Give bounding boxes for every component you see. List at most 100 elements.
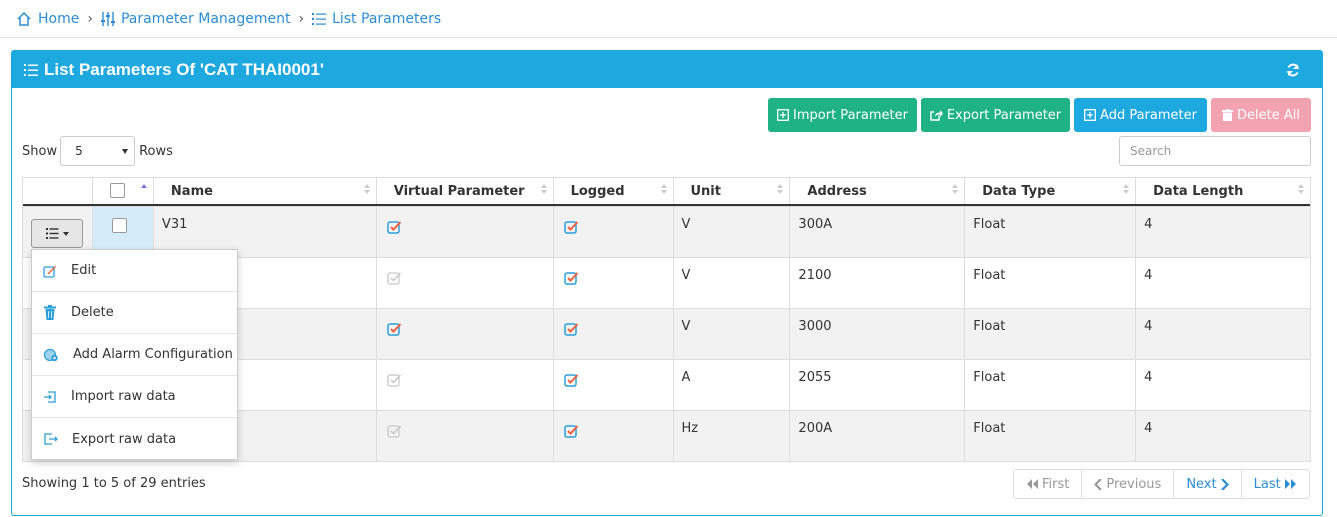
checked-checkbox-icon [563, 272, 578, 285]
header-address[interactable]: Address [789, 178, 964, 204]
row-actions-button[interactable] [31, 219, 83, 248]
unchecked-disabled-icon [387, 425, 401, 438]
address-cell: 2055 [789, 360, 964, 410]
dropdown-delete-label: Delete [71, 305, 114, 320]
sort-icon [777, 184, 784, 194]
double-chevron-right-icon [1284, 479, 1296, 489]
header-name[interactable]: Name [152, 178, 376, 204]
rows-label: Rows [139, 143, 173, 159]
breadcrumb-home[interactable]: Home [16, 11, 79, 27]
dropdown-export-raw-label: Export raw data [72, 431, 177, 447]
search-input[interactable]: Search [1119, 136, 1311, 166]
checked-checkbox-icon [563, 425, 578, 438]
delete-all-label: Delete All [1237, 107, 1300, 123]
row-checkbox[interactable] [111, 218, 127, 233]
dropdown-add-alarm[interactable]: Add Alarm Configuration [32, 334, 237, 376]
table-header-row: Name Virtual Parameter Logged Unit Addre… [23, 178, 1310, 206]
unit-cell: V [672, 309, 790, 359]
breadcrumb: Home › Parameter Management › List Param… [0, 0, 1337, 38]
sort-icon [952, 184, 959, 194]
first-page-button[interactable]: First [1014, 470, 1081, 498]
dropdown-edit[interactable]: Edit [32, 250, 237, 292]
panel-title: List Parameters Of 'CAT THAI0001' [44, 59, 324, 79]
list-icon [45, 228, 58, 239]
panel-header: List Parameters Of 'CAT THAI0001' [12, 51, 1322, 88]
export-icon [44, 433, 58, 445]
export-parameter-label: Export Parameter [946, 107, 1062, 123]
dropdown-delete[interactable]: Delete [32, 292, 237, 334]
next-label: Next [1186, 476, 1217, 492]
breadcrumb-param-label: Parameter Management [120, 10, 291, 27]
last-page-button[interactable]: Last [1240, 470, 1309, 498]
sort-icon [660, 184, 667, 194]
import-icon [44, 390, 56, 403]
delete-all-button[interactable]: Delete All [1211, 98, 1311, 132]
data-length-cell: 4 [1135, 411, 1310, 461]
next-page-button[interactable]: Next [1173, 470, 1240, 498]
breadcrumb-home-label: Home [38, 10, 80, 27]
data-type-cell: Float [964, 258, 1135, 308]
dropdown-import-raw[interactable]: Import raw data [32, 376, 237, 418]
last-label: Last [1253, 476, 1281, 492]
pagination: First Previous Next Last [1013, 469, 1310, 499]
sliders-icon [100, 11, 115, 26]
logged-cell [552, 360, 673, 410]
caret-down-icon [62, 231, 69, 236]
select-all-checkbox[interactable] [109, 183, 125, 198]
share-square-icon [930, 110, 943, 121]
header-logged[interactable]: Logged [552, 178, 673, 204]
alarm-config-icon [43, 348, 58, 361]
breadcrumb-list-parameters: List Parameters [312, 11, 441, 27]
add-parameter-button[interactable]: Add Parameter [1074, 98, 1207, 132]
previous-page-button[interactable]: Previous [1081, 470, 1173, 498]
caret-down-icon [122, 149, 129, 154]
dropdown-edit-label: Edit [71, 263, 97, 278]
header-data-length[interactable]: Data Length [1135, 178, 1310, 204]
data-type-cell: Float [964, 360, 1135, 410]
checked-checkbox-icon [387, 323, 401, 336]
virtual-parameter-cell [375, 207, 553, 257]
sort-icon[interactable] [140, 184, 147, 188]
dropdown-export-raw[interactable]: Export raw data [32, 418, 237, 460]
import-parameter-button[interactable]: Import Parameter [768, 98, 917, 132]
data-length-cell: 4 [1135, 360, 1310, 410]
data-length-cell: 4 [1135, 207, 1310, 257]
refresh-icon[interactable] [1286, 63, 1300, 77]
list-icon [24, 63, 38, 76]
header-unit[interactable]: Unit [672, 178, 790, 204]
rows-per-page-value: 5 [75, 144, 83, 158]
chevron-right-icon: › [298, 10, 305, 27]
chevron-right-icon [1220, 478, 1229, 490]
sort-icon [540, 184, 547, 194]
home-icon [17, 11, 31, 26]
address-cell: 2100 [789, 258, 964, 308]
show-label: Show [22, 143, 58, 159]
entries-info: Showing 1 to 5 of 29 entries [22, 476, 206, 491]
data-length-cell: 4 [1135, 258, 1310, 308]
plus-square-icon [777, 109, 789, 121]
plus-square-icon [1084, 109, 1096, 121]
breadcrumb-list-label: List Parameters [332, 10, 442, 27]
add-parameter-label: Add Parameter [1100, 107, 1197, 123]
virtual-parameter-cell [375, 411, 553, 461]
sort-icon [1297, 184, 1304, 194]
logged-cell [552, 309, 673, 359]
export-parameter-button[interactable]: Export Parameter [921, 98, 1070, 132]
rows-per-page-select[interactable]: 5 [60, 136, 136, 166]
header-select [91, 178, 153, 204]
row-actions-dropdown: Edit Delete Add Alarm Configuration Impo… [31, 249, 238, 460]
trash-icon [44, 305, 56, 320]
breadcrumb-parameter-management[interactable]: Parameter Management [100, 10, 291, 27]
checked-checkbox-icon [387, 221, 401, 234]
import-parameter-label: Import Parameter [793, 107, 908, 123]
edit-icon [43, 265, 56, 278]
header-virtual-parameter[interactable]: Virtual Parameter [375, 178, 553, 204]
virtual-parameter-cell [375, 258, 553, 308]
header-data-type[interactable]: Data Type [964, 178, 1135, 204]
show-rows-control: Show 5 Rows [22, 136, 173, 166]
sort-icon [1123, 184, 1130, 194]
double-chevron-left-icon [1027, 479, 1038, 489]
logged-cell [552, 258, 673, 308]
logged-cell [552, 207, 673, 257]
checked-checkbox-icon [563, 221, 578, 234]
